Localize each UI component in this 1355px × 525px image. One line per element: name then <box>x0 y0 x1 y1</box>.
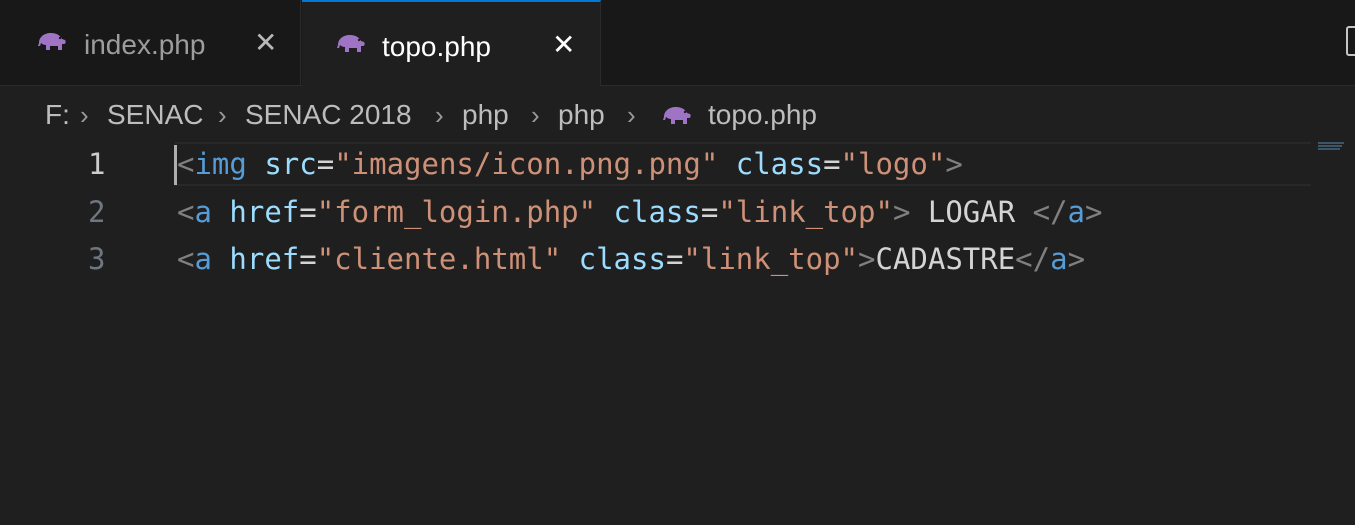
code-editor[interactable]: 1 <img src="imagens/icon.png.png" class=… <box>0 142 1355 525</box>
code-token: < <box>177 195 195 229</box>
code-token: > <box>892 195 911 229</box>
tab-index-php[interactable]: index.php ✕ <box>0 0 301 85</box>
code-token: a <box>194 242 212 276</box>
code-token: "form_login.php" <box>316 195 597 229</box>
breadcrumb: F: › SENAC › SENAC 2018 › php › php › to… <box>0 94 1355 136</box>
minimap[interactable] <box>1318 142 1348 152</box>
code-line[interactable]: 3 <a href="cliente.html" class="link_top… <box>0 237 1355 281</box>
code-token: = <box>823 147 841 181</box>
php-elephant-icon <box>38 33 66 50</box>
chevron-right-icon: › <box>435 100 444 130</box>
code-token: "imagens/icon.png.png" <box>334 147 719 181</box>
code-token: href <box>229 195 300 229</box>
line-number: 1 <box>88 147 106 181</box>
close-icon[interactable]: ✕ <box>552 28 575 62</box>
code-text[interactable]: <img src="imagens/icon.png.png" class="l… <box>177 142 963 186</box>
tab-label: topo.php <box>382 31 491 62</box>
code-token: class <box>613 195 701 229</box>
chevron-right-icon: › <box>80 100 89 130</box>
line-number: 3 <box>88 242 106 276</box>
chevron-right-icon: › <box>531 100 540 130</box>
code-line[interactable]: 1 <img src="imagens/icon.png.png" class=… <box>0 142 1355 186</box>
breadcrumb-item[interactable]: php <box>558 94 605 136</box>
chevron-right-icon: › <box>627 100 636 130</box>
code-token: = <box>700 195 719 229</box>
code-line[interactable]: 2 <a href="form_login.php" class="link_t… <box>0 190 1355 234</box>
code-token: "cliente.html" <box>316 242 562 276</box>
code-token: a <box>1050 242 1068 276</box>
code-token: class <box>578 242 666 276</box>
code-text[interactable]: <a href="cliente.html" class="link_top">… <box>177 237 1085 281</box>
tab-label: index.php <box>84 29 206 60</box>
close-icon[interactable]: ✕ <box>254 26 277 60</box>
breadcrumb-item[interactable]: SENAC <box>107 94 203 136</box>
breadcrumb-item[interactable]: php <box>462 94 509 136</box>
code-token: "logo" <box>840 147 946 181</box>
tab-topo-php[interactable]: topo.php ✕ <box>302 0 601 86</box>
code-token: < <box>177 147 195 181</box>
line-number: 2 <box>88 195 106 229</box>
split-editor-icon[interactable] <box>1346 26 1355 56</box>
text-cursor <box>174 145 177 185</box>
code-token: = <box>299 242 317 276</box>
code-token: "link_top" <box>683 242 859 276</box>
code-token: class <box>735 147 824 181</box>
code-token: < <box>177 242 195 276</box>
code-token: > <box>858 242 876 276</box>
code-token: href <box>229 242 300 276</box>
php-elephant-icon <box>663 107 691 124</box>
code-token: = <box>665 242 684 276</box>
code-token: = <box>299 195 317 229</box>
code-token: > <box>1085 195 1103 229</box>
code-text[interactable]: <a href="form_login.php" class="link_top… <box>177 190 1102 234</box>
code-token: img <box>194 147 247 181</box>
chevron-right-icon: › <box>218 100 227 130</box>
code-token: LOGAR <box>910 195 1033 229</box>
tab-bar: index.php ✕ topo.php ✕ <box>0 0 1355 86</box>
code-token: CADASTRE <box>875 242 1016 276</box>
code-token: "link_top" <box>718 195 893 229</box>
code-token: a <box>1067 195 1086 229</box>
php-elephant-icon <box>337 35 365 52</box>
code-token: > <box>945 147 963 181</box>
code-token: = <box>316 147 335 181</box>
code-token: src <box>264 147 317 181</box>
code-token: > <box>1067 242 1086 276</box>
code-token: </ <box>1032 195 1068 229</box>
breadcrumb-item[interactable]: topo.php <box>708 94 817 136</box>
breadcrumb-item[interactable]: SENAC 2018 <box>245 94 412 136</box>
code-token: a <box>194 195 212 229</box>
breadcrumb-item[interactable]: F: <box>45 94 70 136</box>
code-token: </ <box>1015 242 1051 276</box>
